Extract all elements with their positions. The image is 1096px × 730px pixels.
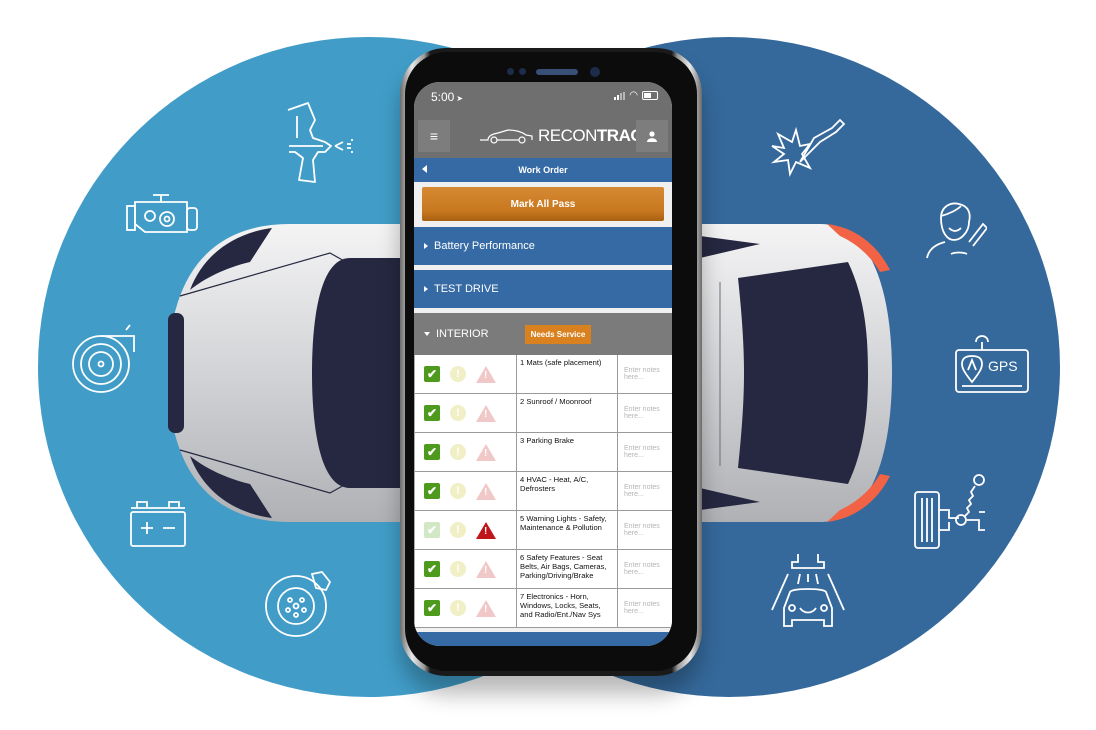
notes-input[interactable]: Enter notes here... — [618, 511, 672, 549]
work-order-title: Work Order — [518, 165, 568, 175]
pass-checkbox-icon[interactable]: ✔ — [424, 483, 440, 499]
caret-down-icon — [424, 332, 430, 336]
recontrac-logo: RECONTRAC — [478, 126, 643, 146]
engine-icon — [125, 192, 201, 240]
notes-input[interactable]: Enter notes here... — [618, 394, 672, 432]
item-name: 6 Safety Features - Seat Belts, Air Bags… — [517, 550, 618, 588]
smartphone: 5:00 ➤ ◠ ≡ RECONTRAC Work Order Mark All… — [400, 48, 702, 676]
turbo-icon — [68, 322, 140, 396]
fail-triangle-icon[interactable]: ! — [476, 560, 496, 578]
item-name: 4 HVAC - Heat, A/C, Defrosters — [517, 472, 618, 510]
car-rear-window — [738, 262, 868, 484]
cellular-signal-icon — [614, 91, 626, 100]
menu-button[interactable]: ≡ — [418, 120, 450, 152]
spark-plug-icon — [770, 112, 850, 190]
warning-circle-icon[interactable]: ! — [450, 483, 466, 499]
notes-input[interactable]: Enter notes here... — [618, 355, 672, 393]
pass-checkbox-icon[interactable]: ✔ — [424, 561, 440, 577]
pass-checkbox-icon[interactable]: ✔ — [424, 366, 440, 382]
bottom-bar — [414, 632, 672, 646]
status-options: ✔!! — [415, 550, 517, 588]
battery-icon — [127, 500, 189, 548]
section-battery-performance[interactable]: Battery Performance — [414, 227, 672, 265]
spray-gun-icon — [283, 100, 365, 190]
status-time: 5:00 ➤ — [431, 90, 464, 104]
back-arrow-icon[interactable] — [422, 165, 427, 173]
pass-checkbox-icon[interactable]: ✔ — [424, 444, 440, 460]
car-front-grille — [168, 313, 184, 433]
pass-checkbox-icon[interactable]: ✔ — [424, 522, 440, 538]
inspection-item-row: ✔!! 1 Mats (safe placement) Enter notes he… — [415, 355, 672, 394]
fail-triangle-icon[interactable]: ! — [476, 365, 496, 383]
notes-input[interactable]: Enter notes here... — [618, 433, 672, 471]
pass-checkbox-icon[interactable]: ✔ — [424, 600, 440, 616]
fail-triangle-icon[interactable]: ! — [476, 404, 496, 422]
section-test-drive[interactable]: TEST DRIVE — [414, 270, 672, 308]
car-wash-icon — [768, 552, 848, 634]
status-options: ✔!! — [415, 589, 517, 627]
status-bar: 5:00 ➤ ◠ — [414, 82, 672, 114]
mark-all-pass-button[interactable]: Mark All Pass — [422, 187, 664, 221]
app-screen: 5:00 ➤ ◠ ≡ RECONTRAC Work Order Mark All… — [414, 82, 672, 646]
gps-label: GPS — [988, 358, 1018, 374]
earpiece-speaker — [536, 69, 578, 75]
warning-circle-icon[interactable]: ! — [450, 366, 466, 382]
user-icon — [647, 130, 657, 142]
brake-disc-icon — [264, 568, 334, 638]
warning-circle-icon[interactable]: ! — [450, 444, 466, 460]
needs-service-badge: Needs Service — [524, 324, 592, 344]
sensor-dot — [519, 68, 526, 75]
item-name: 1 Mats (safe placement) — [517, 355, 618, 393]
item-name: 2 Sunroof / Moonroof — [517, 394, 618, 432]
battery-status-icon — [642, 91, 658, 100]
caret-right-icon — [424, 243, 428, 249]
phone-bezel: 5:00 ➤ ◠ ≡ RECONTRAC Work Order Mark All… — [405, 52, 697, 671]
status-options: ✔!! — [415, 511, 517, 549]
wifi-icon: ◠ — [629, 89, 638, 101]
fail-triangle-icon[interactable]: ! — [476, 482, 496, 500]
status-options: ✔!! — [415, 433, 517, 471]
inspection-items: ✔!! 1 Mats (safe placement) Enter notes he… — [414, 355, 672, 628]
inspection-item-row: ✔!! 6 Safety Features - Seat Belts, Air B… — [415, 550, 672, 589]
section-interior[interactable]: INTERIOR Needs Service — [414, 313, 672, 355]
status-options: ✔!! — [415, 394, 517, 432]
location-arrow-icon: ➤ — [456, 94, 464, 103]
fail-triangle-icon[interactable]: ! — [476, 599, 496, 617]
hamburger-icon: ≡ — [429, 128, 439, 144]
work-order-nav: Work Order — [414, 158, 672, 182]
user-profile-button[interactable] — [636, 120, 668, 152]
inspection-item-row: ✔!! 7 Electronics - Horn, Windows, Locks,… — [415, 589, 672, 628]
warning-circle-icon[interactable]: ! — [450, 522, 466, 538]
inspection-item-row: ✔!! 3 Parking Brake Enter notes here... — [415, 433, 672, 472]
suspension-icon — [913, 472, 989, 552]
notes-input[interactable]: Enter notes here... — [618, 589, 672, 627]
warning-circle-icon[interactable]: ! — [450, 561, 466, 577]
fail-triangle-icon[interactable]: ! — [476, 521, 496, 539]
front-camera — [590, 67, 600, 77]
status-options: ✔!! — [415, 355, 517, 393]
fail-triangle-icon[interactable]: ! — [476, 443, 496, 461]
inspection-item-row: ✔!! 4 HVAC - Heat, A/C, Defrosters Enter n… — [415, 472, 672, 511]
gps-icon: GPS — [954, 330, 1030, 394]
warning-circle-icon[interactable]: ! — [450, 405, 466, 421]
item-name: 5 Warning Lights - Safety, Maintenance &… — [517, 511, 618, 549]
car-wrench-logo-icon — [480, 129, 533, 144]
pass-checkbox-icon[interactable]: ✔ — [424, 405, 440, 421]
warning-circle-icon[interactable]: ! — [450, 600, 466, 616]
notes-input[interactable]: Enter notes here... — [618, 550, 672, 588]
sensor-dot — [507, 68, 514, 75]
driver-seatbelt-icon — [925, 198, 987, 260]
status-options: ✔!! — [415, 472, 517, 510]
item-name: 3 Parking Brake — [517, 433, 618, 471]
inspection-item-row: ✔!! 5 Warning Lights - Safety, Maintenanc… — [415, 511, 672, 550]
item-name: 7 Electronics - Horn, Windows, Locks, Se… — [517, 589, 618, 627]
app-header: ≡ RECONTRAC — [414, 114, 672, 158]
caret-right-icon — [424, 286, 428, 292]
notes-input[interactable]: Enter notes here... — [618, 472, 672, 510]
inspection-item-row: ✔!! 2 Sunroof / Moonroof Enter notes here.… — [415, 394, 672, 433]
